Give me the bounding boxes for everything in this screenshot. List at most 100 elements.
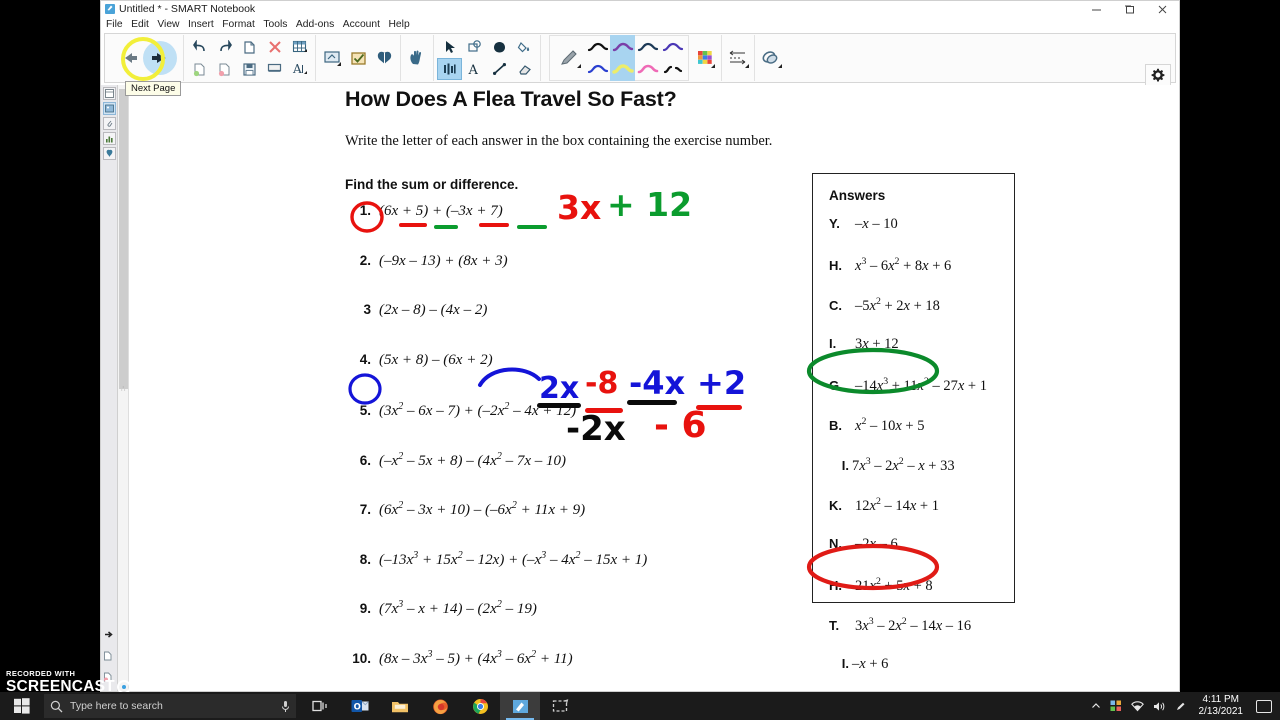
maximize-button[interactable]	[1113, 1, 1146, 17]
problem-expression: (–13x3 + 15x2 – 12x) + (–x3 – 4x2 – 15x …	[379, 549, 648, 568]
answer-value: 7x3 – 2x2 – x + 33	[852, 456, 955, 474]
action-center-icon[interactable]	[1256, 699, 1272, 713]
paint-bucket-button[interactable]	[512, 36, 537, 58]
answer-value: –2x – 6	[855, 536, 898, 552]
firefox-icon[interactable]	[420, 692, 460, 720]
task-view-icon[interactable]	[300, 692, 340, 720]
scroll-thumb[interactable]	[119, 89, 128, 389]
pen-yellow-button[interactable]	[610, 58, 635, 80]
font-tool-button[interactable]: A	[462, 58, 487, 80]
line-properties-button[interactable]	[725, 36, 751, 80]
check-box-button[interactable]	[345, 36, 371, 80]
answer-letter: I.	[841, 457, 849, 473]
outlook-icon[interactable]: O	[340, 692, 380, 720]
smart-ink-icon[interactable]	[1110, 700, 1122, 712]
answer-value: x3 – 6x2 + 8x + 6	[855, 256, 952, 274]
problem-number: 9.	[359, 601, 371, 616]
notebook-icon	[105, 4, 115, 14]
redo-button[interactable]	[212, 36, 237, 58]
pen-pink-button[interactable]	[635, 58, 660, 80]
collapse-arrow-icon[interactable]	[103, 627, 114, 645]
notebook-icon[interactable]	[500, 692, 540, 720]
problem-row: 7. (6x2 – 3x + 10) – (–6x2 + 11x + 9)	[345, 500, 805, 550]
shape-fill-button[interactable]	[487, 36, 512, 58]
page-scroll-rail[interactable]: ∴	[118, 85, 129, 691]
problem-expression: (–9x – 13) + (8x + 3)	[379, 252, 508, 269]
pen-purple-button[interactable]	[610, 36, 635, 58]
menu-addons[interactable]: Add-ons	[296, 19, 334, 30]
answer-row: I. 7x3 – 2x2 – x + 33	[829, 456, 1014, 496]
network-icon[interactable]	[1130, 700, 1144, 712]
answer-value: x2 – 10x + 5	[855, 416, 925, 434]
pencil-button[interactable]	[553, 36, 585, 80]
pen-dark-button[interactable]	[635, 36, 660, 58]
chrome-icon[interactable]	[460, 692, 500, 720]
pen-icon[interactable]	[1175, 701, 1186, 712]
menu-view[interactable]: View	[157, 19, 179, 30]
snip-icon[interactable]	[540, 692, 580, 720]
menu-edit[interactable]: Edit	[131, 19, 149, 30]
new-page-button[interactable]	[237, 36, 262, 58]
problem-expression: (7x3 – x + 14) – (2x2 – 19)	[379, 599, 537, 617]
pen-black-button[interactable]	[585, 36, 610, 58]
minimize-button[interactable]	[1080, 1, 1113, 17]
microphone-icon[interactable]	[281, 700, 290, 713]
shape-recognition-button[interactable]	[437, 58, 462, 80]
problem-row: 6. (–x2 – 5x + 8) – (4x2 – 7x – 10)	[345, 451, 805, 501]
sidebar-item-attachments[interactable]	[102, 117, 116, 130]
hand-tool-button[interactable]	[404, 36, 430, 80]
sidebar-item-gallery[interactable]	[102, 102, 116, 115]
delete-button[interactable]	[262, 36, 287, 58]
problem-number: 6.	[359, 452, 371, 468]
save-button[interactable]	[237, 58, 262, 80]
menu-help[interactable]: Help	[389, 19, 410, 30]
menu-bar: File Edit View Insert Format Tools Add-o…	[101, 17, 1179, 31]
volume-icon[interactable]	[1153, 701, 1166, 712]
menu-file[interactable]: File	[106, 19, 123, 30]
notebook-canvas[interactable]: How Does A Flea Travel So Fast? Write th…	[129, 85, 1179, 691]
sidebar-item-properties[interactable]	[102, 132, 116, 145]
menu-tools[interactable]: Tools	[263, 19, 287, 30]
chevron-up-icon[interactable]	[1091, 702, 1101, 710]
text-tool-button[interactable]: A	[287, 58, 312, 80]
search-input[interactable]: Type here to search	[44, 694, 296, 718]
answer-letter: K.	[829, 497, 842, 513]
attachment-button[interactable]	[758, 36, 784, 80]
sidebar-item-add-ons[interactable]	[102, 147, 116, 160]
smart-exchange-button[interactable]	[371, 36, 397, 80]
sidebar-item-page-sorter[interactable]	[102, 87, 116, 100]
menu-format[interactable]: Format	[222, 19, 255, 30]
select-tool-button[interactable]	[437, 36, 462, 58]
pen-indigo-button[interactable]	[660, 36, 685, 58]
line-tool-button[interactable]	[487, 58, 512, 80]
page-icon[interactable]	[103, 648, 114, 666]
menu-insert[interactable]: Insert	[188, 19, 214, 30]
pen-blue-button[interactable]	[585, 58, 610, 80]
answer-letter: T.	[829, 617, 840, 633]
worksheet-title: How Does A Flea Travel So Fast?	[345, 87, 677, 111]
answer-value: 21x2 + 5x + 8	[855, 576, 933, 594]
shape-pen-button[interactable]	[462, 36, 487, 58]
pen-dotted-button[interactable]	[660, 58, 685, 80]
full-screen-button[interactable]	[319, 36, 345, 80]
problem-expression: (2x – 8) – (4x – 2)	[379, 302, 488, 318]
undo-button[interactable]	[187, 36, 212, 58]
search-placeholder-text: Type here to search	[70, 700, 163, 712]
menu-account[interactable]: Account	[343, 19, 380, 30]
table-button[interactable]	[287, 36, 312, 58]
undo-page-button[interactable]	[187, 58, 212, 80]
windows-taskbar: Type here to search O 4:11 PM 2/13/2021	[0, 692, 1280, 720]
answer-letter: N.	[829, 536, 842, 551]
toolbar-group-pens	[549, 35, 689, 81]
windows-start-icon[interactable]	[0, 692, 44, 720]
screen-shade-button[interactable]	[262, 58, 287, 80]
folder-icon[interactable]	[380, 692, 420, 720]
taskbar-clock[interactable]: 4:11 PM 2/13/2021	[1195, 694, 1248, 718]
screen-root: Untitled * - SMART Notebook File Edit Vi…	[0, 0, 1280, 720]
close-button[interactable]	[1146, 1, 1179, 17]
color-palette-button[interactable]	[692, 36, 718, 80]
redo-page-button[interactable]	[212, 58, 237, 80]
toolbar-group-tools	[316, 35, 401, 81]
problem-expression: (6x2 – 3x + 10) – (–6x2 + 11x + 9)	[379, 500, 586, 518]
eraser-button[interactable]	[512, 58, 537, 80]
